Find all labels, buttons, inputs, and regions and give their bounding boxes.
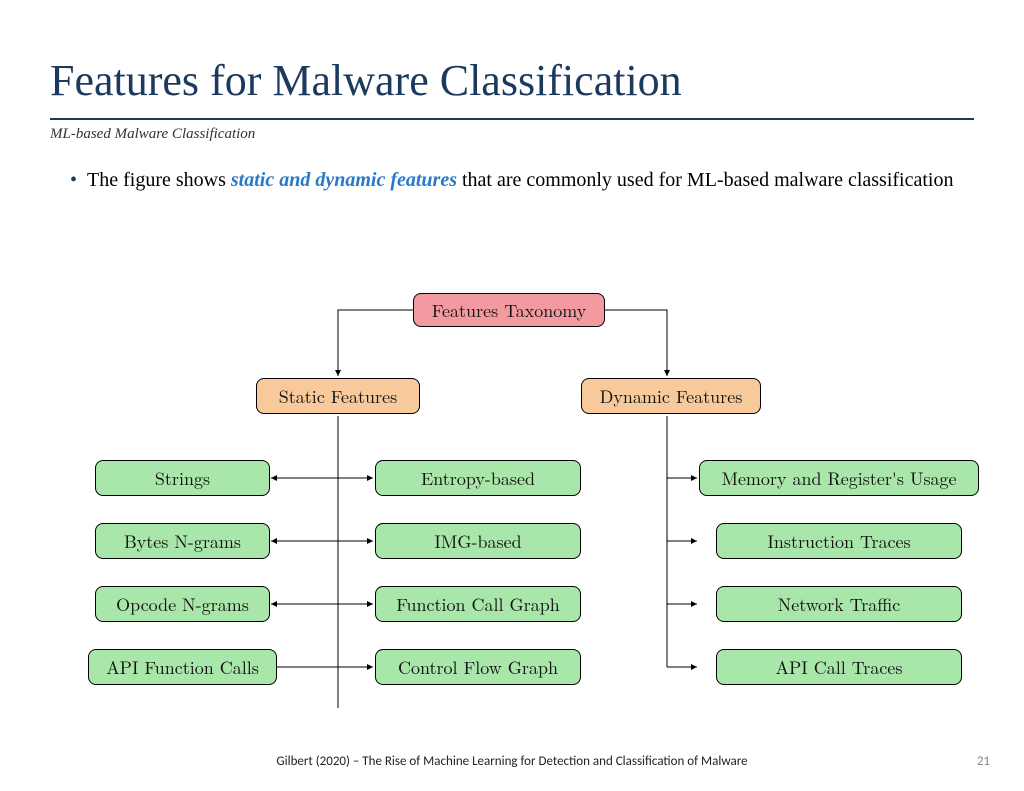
bullet-emphasis: static and dynamic features <box>231 169 457 191</box>
node-opcode-ngrams: Opcode N-grams <box>95 586 270 622</box>
title-divider <box>50 118 974 120</box>
bullet-post: that are commonly used for ML-based malw… <box>457 169 954 191</box>
page-number: 21 <box>977 754 990 769</box>
node-api-call-traces: API Call Traces <box>716 649 962 685</box>
node-bytes-ngrams: Bytes N-grams <box>95 523 270 559</box>
node-img-based: IMG-based <box>375 523 581 559</box>
node-memory-registers: Memory and Register's Usage <box>699 460 979 496</box>
bullet-icon: • <box>70 167 77 193</box>
bullet-pre: The figure shows <box>87 169 231 191</box>
node-instruction-traces: Instruction Traces <box>716 523 962 559</box>
node-entropy-based: Entropy-based <box>375 460 581 496</box>
subtitle: ML-based Malware Classification <box>50 126 974 143</box>
taxonomy-diagram: Features Taxonomy Static Features Dynami… <box>0 288 1024 728</box>
node-network-traffic: Network Traffic <box>716 586 962 622</box>
node-dynamic-features: Dynamic Features <box>581 378 761 414</box>
footer-citation: Gilbert (2020) – The Rise of Machine Lea… <box>0 754 1024 769</box>
bullet-item: • The figure shows static and dynamic fe… <box>70 167 974 193</box>
node-static-features: Static Features <box>256 378 420 414</box>
node-strings: Strings <box>95 460 270 496</box>
bullet-text: The figure shows static and dynamic feat… <box>87 167 953 193</box>
page-title: Features for Malware Classification <box>50 55 974 106</box>
node-control-flow-graph: Control Flow Graph <box>375 649 581 685</box>
node-function-call-graph: Function Call Graph <box>375 586 581 622</box>
node-api-function-calls: API Function Calls <box>88 649 277 685</box>
node-root: Features Taxonomy <box>413 293 605 327</box>
